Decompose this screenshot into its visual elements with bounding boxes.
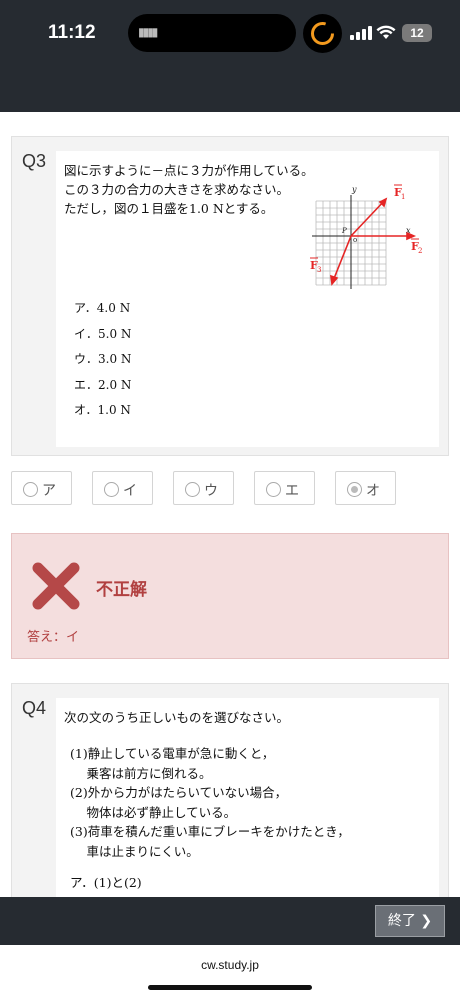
- result-title: 不正解: [96, 580, 147, 600]
- force-diagram: y x P o F 1 F 2 F 3: [310, 184, 422, 289]
- answer-option-u[interactable]: ウ: [173, 471, 234, 505]
- svg-text:1: 1: [401, 193, 405, 201]
- question-number: Q3: [22, 151, 47, 171]
- svg-text:3: 3: [317, 266, 321, 274]
- statement-line: 車は止まりにくい。: [70, 843, 199, 859]
- dynamic-island: ▮▮▮▮: [128, 14, 296, 52]
- statement-list: (1)静止している電車が急に動くと， 乗客は前方に倒れる。 (2)外から力がはた…: [70, 744, 350, 893]
- svg-text:x: x: [406, 226, 411, 235]
- question-body: 次の文のうち正しいものを選びなさい。 (1)静止している電車が急に動くと， 乗客…: [56, 698, 439, 897]
- result-feedback: 不正解 答え：イ: [11, 533, 449, 659]
- choices-list: ア．4.0 N イ．5.0 N ウ．3.0 N エ．2.0 N オ．1.0 N: [74, 299, 131, 427]
- choice-item: ウ．3.0 N: [74, 352, 132, 366]
- statement-line: (3)荷車を積んだ重い車にブレーキをかけたとき，: [70, 824, 350, 839]
- svg-text:2: 2: [418, 247, 422, 255]
- choice-item: エ．2.0 N: [74, 377, 132, 392]
- question-card-q4: Q4 次の文のうち正しいものを選びなさい。 (1)静止している電車が急に動くと，…: [11, 683, 449, 897]
- browser-url-bar[interactable]: cw.study.jp: [0, 945, 460, 999]
- radio-selected-icon[interactable]: [347, 482, 362, 497]
- question-body: 図に示すように－点に３力が作用している。 この３力の合力の大きさを求めなさい。 …: [56, 151, 439, 447]
- clock: 11:12: [48, 22, 96, 43]
- correct-answer: 答え：イ: [27, 630, 80, 645]
- answer-option-i[interactable]: イ: [92, 471, 153, 505]
- end-button[interactable]: 終了 ❯: [375, 905, 445, 937]
- question-text: 次の文のうち正しいものを選びなさい。: [64, 710, 290, 725]
- url-text[interactable]: cw.study.jp: [0, 958, 460, 972]
- radio-icon[interactable]: [185, 482, 200, 497]
- statement-line: 物体は必ず静止している。: [70, 804, 237, 820]
- answer-option-e[interactable]: エ: [254, 471, 315, 505]
- question-number: Q4: [22, 698, 47, 718]
- statement-line: (1)静止している電車が急に動くと，: [70, 746, 275, 761]
- answer-option-a[interactable]: ア: [11, 471, 72, 505]
- choice-item: ア．(1)と(2): [70, 875, 142, 890]
- svg-text:y: y: [351, 185, 357, 194]
- svg-text:P: P: [341, 227, 347, 235]
- answer-option-o[interactable]: オ: [335, 471, 396, 505]
- status-bar: 11:12 ▮▮▮▮ 12: [0, 0, 460, 112]
- cellular-signal-icon: [350, 26, 372, 40]
- statement-line: (2)外から力がはたらいていない場合，: [70, 785, 288, 800]
- question-text: 図に示すように－点に３力が作用している。 この３力の合力の大きさを求めなさい。 …: [64, 163, 314, 216]
- choice-item: イ．5.0 N: [74, 326, 132, 341]
- home-indicator[interactable]: [148, 985, 312, 990]
- svg-text:o: o: [353, 236, 357, 244]
- timer-activity-icon: [303, 14, 342, 53]
- activity-glyph-icon: ▮▮▮▮: [138, 25, 158, 39]
- radio-icon[interactable]: [266, 482, 281, 497]
- question-card-q3: Q3 図に示すように－点に３力が作用している。 この３力の合力の大きさを求めなさ…: [11, 136, 449, 456]
- wifi-icon: [376, 25, 396, 39]
- quiz-content[interactable]: Q3 図に示すように－点に３力が作用している。 この３力の合力の大きさを求めなさ…: [0, 112, 460, 897]
- radio-icon[interactable]: [104, 482, 119, 497]
- bottom-toolbar: 終了 ❯: [0, 897, 460, 945]
- choice-item: ア．4.0 N: [74, 301, 131, 315]
- choice-item: オ．1.0 N: [74, 403, 131, 417]
- incorrect-x-icon: [32, 562, 80, 610]
- statement-line: 乗客は前方に倒れる。: [70, 765, 212, 781]
- battery-level: 12: [402, 24, 432, 42]
- radio-icon[interactable]: [23, 482, 38, 497]
